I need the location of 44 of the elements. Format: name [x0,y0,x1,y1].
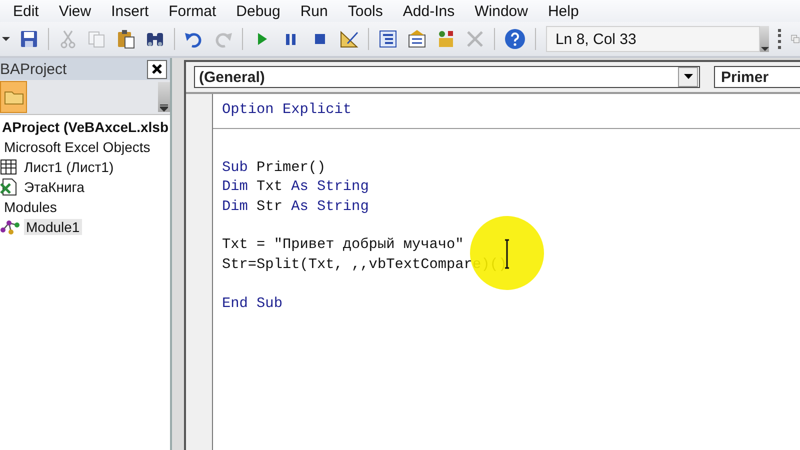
code-line: Option Explicit [221,101,353,120]
code-line: Txt = "Привет добрый мучачо" [221,236,465,256]
code-line: End Sub [221,294,284,314]
caret-icon[interactable] [2,36,10,42]
caret-icon [760,46,769,52]
menu-item[interactable]: Tools [338,2,394,20]
close-icon [151,63,163,75]
panel-dropdown[interactable] [158,82,170,112]
menu-item[interactable]: Window [466,2,539,20]
menu-item[interactable]: Help [538,2,590,20]
code-line: Sub Primer() [221,158,327,178]
folder-button[interactable] [0,81,27,113]
clipboard-icon[interactable] [116,29,136,49]
menu-item[interactable]: Add-Ins [394,2,466,20]
shapes-icon[interactable] [436,29,456,49]
folder-icon [4,89,24,105]
caret-icon [684,74,692,80]
module-icon [0,218,20,236]
tree-item[interactable]: Module1 [24,219,82,235]
close-button[interactable] [147,60,167,78]
ruler-pencil-icon[interactable] [339,29,359,49]
menu-item[interactable]: Format [160,2,228,20]
object-dropdown[interactable]: (General) [194,66,700,88]
cursor-position: Ln 8, Col 33 [546,26,760,52]
help-icon[interactable] [504,28,526,50]
toolbar-dropdown[interactable] [760,26,770,52]
code-line: Dim Txt As String [221,178,370,198]
caret-icon [160,104,168,112]
code-line: Dim Str As String [221,198,370,217]
menu-item[interactable]: Run [291,2,339,20]
tree-item[interactable]: Лист1 (Лист1) [22,159,116,175]
panel-title: BAProject [0,60,67,78]
menu-item[interactable]: Edit [4,2,50,20]
procedure-dropdown[interactable]: Primer [714,66,800,88]
tree-item[interactable]: Modules [2,199,59,215]
menu-item[interactable]: View [50,2,102,20]
save-icon[interactable] [19,29,39,49]
tree-item[interactable]: ЭтаКнига [22,179,86,195]
tree-window-icon[interactable] [378,29,398,49]
tree-item[interactable]: AProject (VeBAxceL.xlsb [0,119,171,135]
properties-icon[interactable] [407,29,427,49]
menu-item[interactable]: Debug [227,2,292,20]
tree-item[interactable]: Microsoft Excel Objects [2,139,152,155]
menu-item[interactable]: Insert [102,2,160,20]
